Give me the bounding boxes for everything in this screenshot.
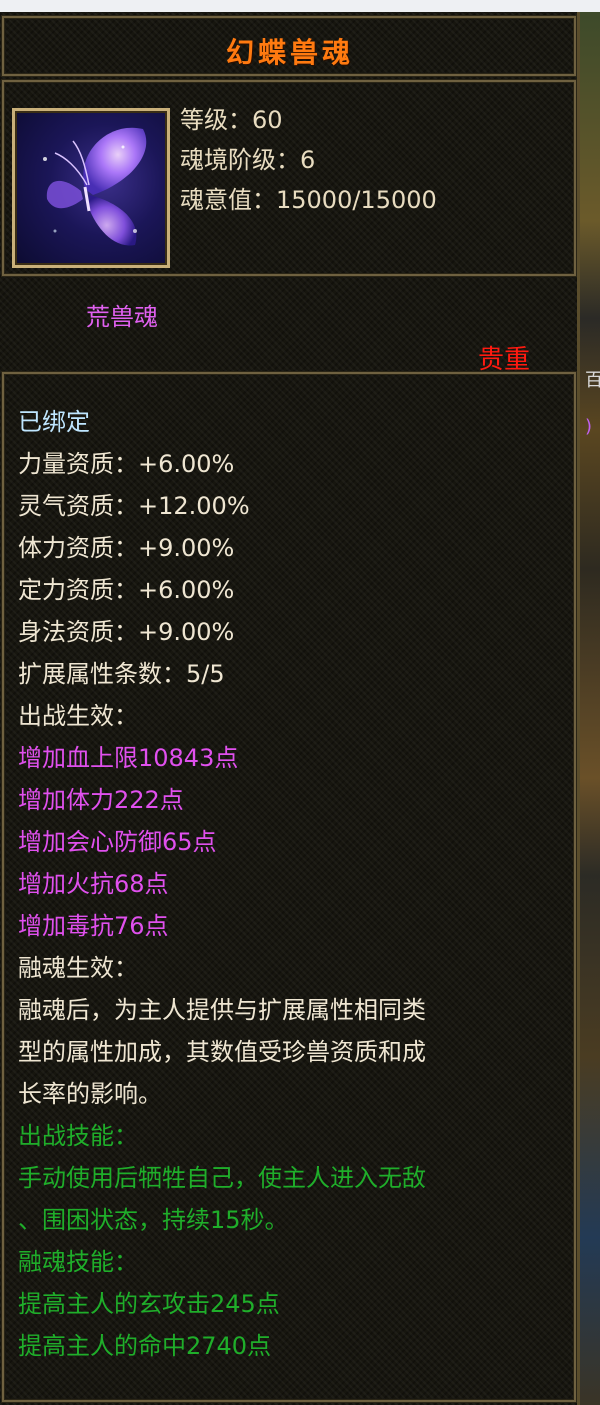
- battle-skill-line: 、围困状态，持续15秒。: [18, 1206, 289, 1234]
- aptitude-line: 定力资质：+6.00%: [18, 576, 235, 604]
- top-strip: [0, 0, 600, 12]
- side-glyph: 百: [585, 370, 600, 391]
- aptitude-line: 力量资质：+6.00%: [18, 450, 235, 478]
- bound-status: 已绑定: [18, 408, 90, 436]
- battle-skill-title: 出战技能：: [18, 1122, 138, 1150]
- aptitude-line: 灵气资质：+12.00%: [18, 492, 250, 520]
- battle-effect-line: 增加会心防御65点: [18, 828, 217, 856]
- item-icon-slot: [12, 108, 170, 268]
- ext-attr-count: 扩展属性条数：5/5: [18, 660, 225, 688]
- item-category: 荒兽魂: [86, 303, 158, 331]
- background-scene: [580, 12, 600, 1405]
- fusion-desc-line: 融魂后，为主人提供与扩展属性相同类: [18, 996, 426, 1024]
- battle-effect-line: 增加体力222点: [18, 786, 184, 814]
- battle-skill-line: 手动使用后牺牲自己，使主人进入无敌: [18, 1164, 426, 1192]
- fusion-effect-title: 融魂生效：: [18, 954, 138, 982]
- stat-stage: 魂境阶级：6: [180, 146, 316, 174]
- item-name: 幻蝶兽魂: [225, 36, 354, 69]
- aptitude-line: 身法资质：+9.00%: [18, 618, 235, 646]
- rarity-label: 贵重: [478, 345, 531, 375]
- fusion-skill-line: 提高主人的命中2740点: [18, 1332, 272, 1360]
- fusion-desc-line: 型的属性加成，其数值受珍兽资质和成: [18, 1038, 426, 1066]
- battle-effect-line: 增加血上限10843点: [18, 744, 239, 772]
- stat-level: 等级：60: [180, 106, 283, 134]
- battle-effect-title: 出战生效：: [18, 702, 138, 730]
- fusion-skill-line: 提高主人的玄攻击245点: [18, 1290, 280, 1318]
- side-glyph: ): [585, 416, 593, 437]
- butterfly-icon: [43, 127, 147, 246]
- fusion-skill-title: 融魂技能：: [18, 1248, 138, 1276]
- aptitude-line: 体力资质：+9.00%: [18, 534, 235, 562]
- stat-soul-value: 魂意值：15000/15000: [180, 186, 437, 214]
- fusion-desc-line: 长率的影响。: [18, 1080, 162, 1108]
- item-tooltip: 幻蝶兽魂 等级：60 魂境阶级：6 魂意值：15000/15000 荒兽魂 贵重…: [0, 12, 580, 1405]
- battle-effect-line: 增加毒抗76点: [18, 912, 169, 940]
- battle-effect-line: 增加火抗68点: [18, 870, 169, 898]
